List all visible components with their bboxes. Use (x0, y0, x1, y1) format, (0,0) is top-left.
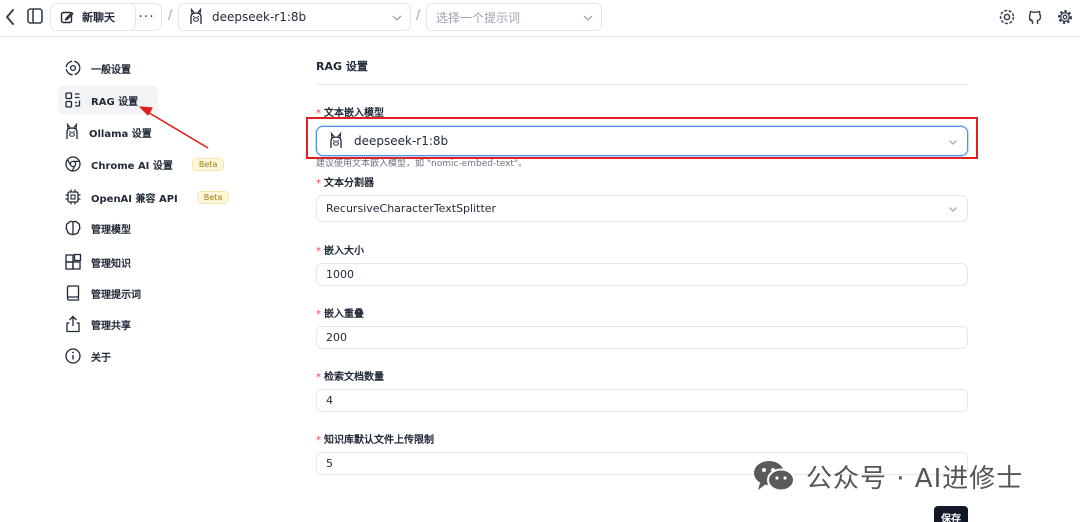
text-splitter-value: RecursiveCharacterTextSplitter (326, 202, 497, 215)
wechat-icon (754, 460, 795, 491)
annotation-highlight-box (306, 117, 978, 159)
watermark: 公众号 · AI进修士 (752, 458, 1023, 495)
chunk-size-value: 1000 (326, 268, 354, 281)
annotation-arrow (139, 106, 209, 149)
required-mark: * (316, 372, 321, 383)
watermark-text: 公众号 · AI进修士 (806, 464, 1024, 494)
required-mark: * (316, 178, 321, 189)
upload-limit-label-text: 知识库默认文件上传限制 (324, 435, 434, 446)
chunk-size-label: * 嵌入大小 (316, 242, 364, 257)
page-title: RAG 设置 (316, 60, 368, 73)
chevron-down-icon (949, 206, 957, 212)
title-divider (316, 84, 968, 85)
upload-limit-label: * 知识库默认文件上传限制 (316, 431, 434, 446)
splitter-label: * 文本分割器 (316, 174, 374, 189)
chunk-overlap-value: 200 (326, 331, 347, 344)
required-mark: * (316, 309, 321, 320)
retrieval-count-value: 4 (326, 394, 333, 407)
retrieval-count-label-text: 检索文档数量 (324, 372, 384, 383)
embedding-model-hint: 建议使用文本嵌入模型，如 "nomic-embed-text"。 (316, 159, 528, 169)
upload-limit-value: 5 (326, 457, 333, 470)
splitter-label-text: 文本分割器 (324, 178, 374, 189)
save-button-label: 保存 (941, 514, 961, 522)
chunk-size-input[interactable]: 1000 (316, 263, 968, 286)
save-button[interactable]: 保存 (934, 506, 968, 522)
required-mark: * (316, 435, 321, 446)
chunk-overlap-label: * 嵌入重叠 (316, 305, 364, 320)
chunk-overlap-label-text: 嵌入重叠 (324, 309, 364, 320)
chunk-overlap-input[interactable]: 200 (316, 326, 968, 349)
retrieval-count-input[interactable]: 4 (316, 389, 968, 412)
retrieval-count-label: * 检索文档数量 (316, 368, 384, 383)
required-mark: * (316, 246, 321, 257)
text-splitter-select[interactable]: RecursiveCharacterTextSplitter (316, 195, 968, 222)
chunk-size-label-text: 嵌入大小 (324, 246, 364, 257)
